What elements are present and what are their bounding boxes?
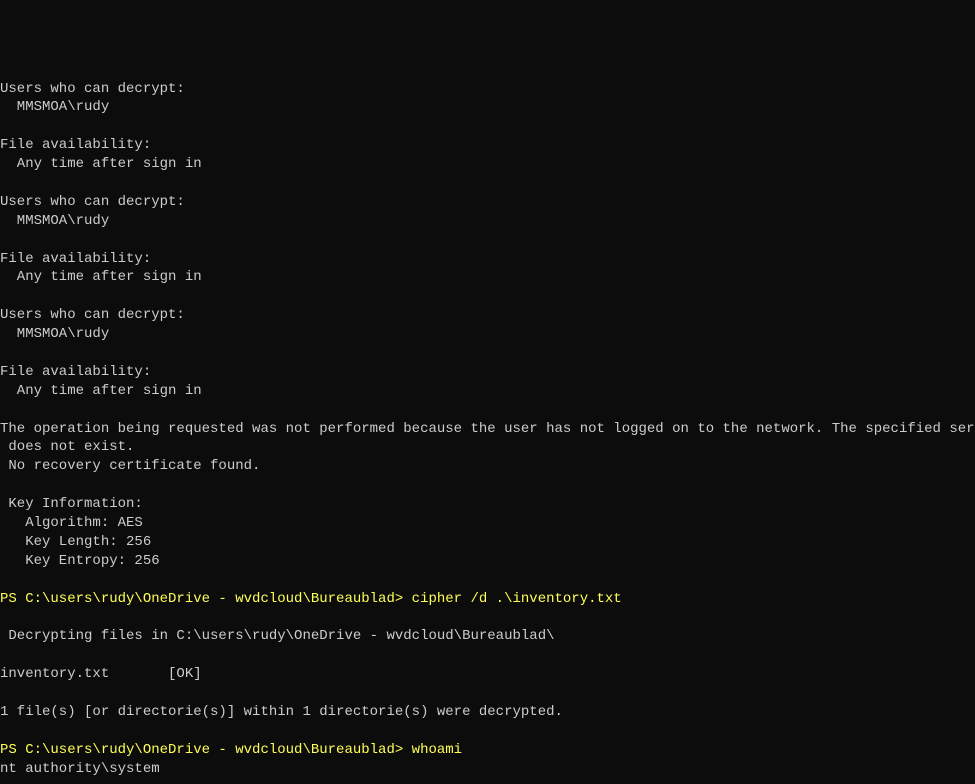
terminal-prompt: PS C:\users\rudy\OneDrive - wvdcloud\Bur… [0,591,412,607]
terminal-prompt: PS C:\users\rudy\OneDrive - wvdcloud\Bur… [0,742,412,758]
terminal-output-line: Algorithm: AES [0,514,975,533]
terminal-output-line: Key Length: 256 [0,533,975,552]
terminal-output-line: MMSMOA\rudy [0,98,975,117]
terminal-output-line: nt authority\system [0,760,975,779]
terminal-output-line: Any time after sign in [0,268,975,287]
terminal-command: whoami [412,742,462,758]
terminal-output-line: inventory.txt [OK] [0,665,975,684]
terminal-output-line: File availability: [0,136,975,155]
terminal-blank-line [0,174,975,193]
terminal-blank-line [0,401,975,420]
terminal-output-line: File availability: [0,363,975,382]
terminal-output-line: The operation being requested was not pe… [0,420,975,439]
terminal-output-line: MMSMOA\rudy [0,212,975,231]
terminal-blank-line [0,722,975,741]
terminal-prompt-line[interactable]: PS C:\users\rudy\OneDrive - wvdcloud\Bur… [0,741,975,760]
terminal-blank-line [0,344,975,363]
terminal-blank-line [0,571,975,590]
terminal-output-line: Users who can decrypt: [0,80,975,99]
terminal-blank-line [0,117,975,136]
terminal-blank-line [0,231,975,250]
terminal-output-line: Key Information: [0,495,975,514]
terminal-blank-line [0,476,975,495]
terminal-output-line: MMSMOA\rudy [0,325,975,344]
terminal-output-line: File availability: [0,250,975,269]
terminal-output-line: 1 file(s) [or directorie(s)] within 1 di… [0,703,975,722]
terminal-prompt-line[interactable]: PS C:\users\rudy\OneDrive - wvdcloud\Bur… [0,590,975,609]
terminal-blank-line [0,287,975,306]
terminal-output-line: Users who can decrypt: [0,193,975,212]
terminal-blank-line [0,684,975,703]
terminal-window[interactable]: Users who can decrypt: MMSMOA\rudy File … [0,80,975,690]
terminal-output-line: Any time after sign in [0,382,975,401]
terminal-command: cipher /d .\inventory.txt [412,591,622,607]
terminal-output-line: does not exist. [0,438,975,457]
terminal-output-line: Users who can decrypt: [0,306,975,325]
terminal-output-line: Decrypting files in C:\users\rudy\OneDri… [0,627,975,646]
terminal-output-line: No recovery certificate found. [0,457,975,476]
terminal-output-line: Key Entropy: 256 [0,552,975,571]
terminal-output-line: Any time after sign in [0,155,975,174]
terminal-blank-line [0,646,975,665]
